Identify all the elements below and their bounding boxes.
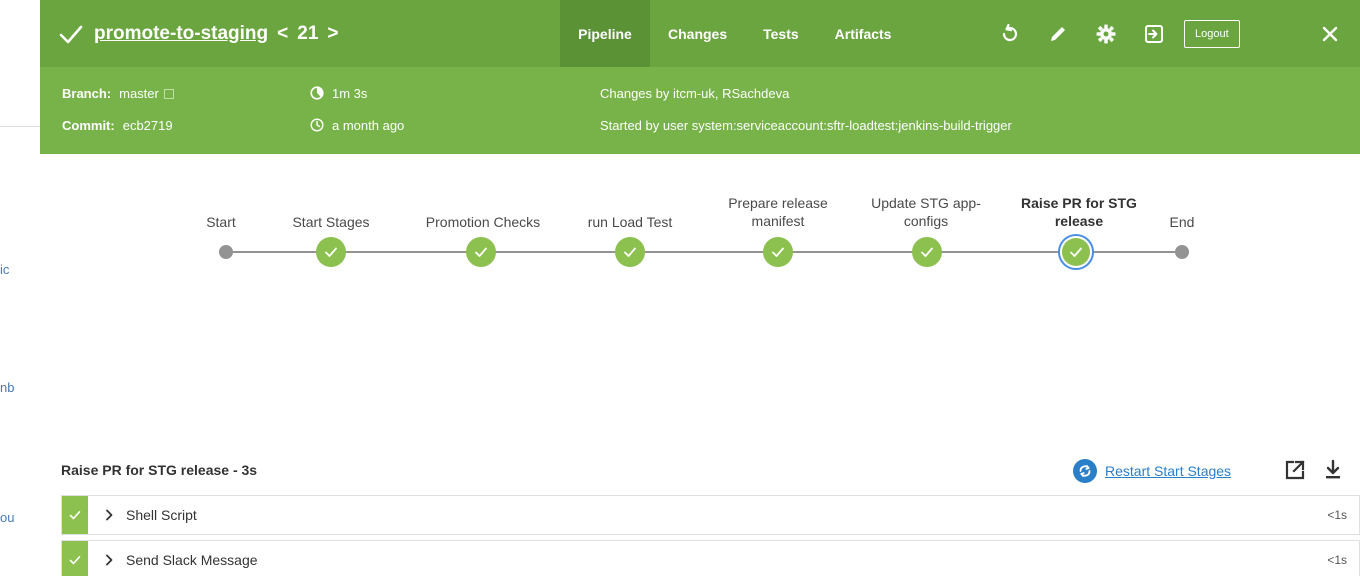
chevron-right-icon[interactable]: [104, 554, 116, 566]
clock-icon: [310, 118, 324, 132]
stage-label-promotion-checks[interactable]: Promotion Checks: [403, 213, 563, 231]
background-link-fragment[interactable]: ou: [0, 510, 14, 525]
stage-label-start: Start: [206, 214, 236, 230]
duration-value: 1m 3s: [332, 86, 368, 101]
step-status-success: [62, 496, 88, 534]
previous-run-button[interactable]: <: [274, 23, 291, 45]
commit-value: ecb2719: [122, 118, 173, 133]
duration-icon: [310, 86, 324, 100]
logout-button[interactable]: Logout: [1184, 20, 1240, 48]
stage-node-run-load-test[interactable]: [615, 237, 645, 267]
chevron-right-icon[interactable]: [104, 509, 116, 521]
stage-node-start: [219, 245, 233, 259]
commit-label: Commit:: [62, 118, 115, 133]
close-button[interactable]: [1316, 20, 1344, 48]
gear-icon: [1096, 24, 1116, 44]
stage-label-prepare-release-manifest[interactable]: Prepare release manifest: [708, 194, 848, 230]
next-run-button[interactable]: >: [324, 23, 341, 45]
branch-label: Branch:: [62, 86, 112, 101]
stage-node-prepare-release-manifest[interactable]: [763, 237, 793, 267]
exit-to-classic-icon: [1145, 25, 1163, 43]
step-name: Send Slack Message: [126, 552, 258, 568]
branch-value[interactable]: master: [119, 86, 159, 101]
background-link-fragment[interactable]: nb: [0, 380, 14, 395]
tab-artifacts[interactable]: Artifacts: [817, 0, 910, 67]
run-name-link[interactable]: promote-to-staging: [94, 23, 268, 45]
success-check-icon: [921, 247, 933, 257]
run-header-topbar: promote-to-staging < 21 > Pipeline Chang…: [40, 0, 1360, 67]
started-ago-value: a month ago: [332, 118, 405, 133]
step-row-send-slack-message[interactable]: Send Slack Message <1s: [61, 540, 1360, 576]
pencil-icon: [1051, 27, 1065, 41]
external-link-icon[interactable]: [163, 89, 174, 99]
step-duration: <1s: [1327, 553, 1347, 567]
run-number: 21: [297, 23, 319, 44]
step-row-shell-script[interactable]: Shell Script <1s: [61, 495, 1360, 535]
stage-label-run-load-test[interactable]: run Load Test: [570, 213, 690, 231]
pipeline-track: [226, 251, 1182, 253]
rerun-icon: [1002, 23, 1018, 42]
background-link-fragment[interactable]: ic: [0, 262, 9, 277]
restart-stages-button[interactable]: Restart Start Stages: [1073, 458, 1231, 484]
stage-node-start-stages[interactable]: [316, 237, 346, 267]
selected-stage-title: Raise PR for STG release - 3s: [61, 462, 258, 478]
tab-changes[interactable]: Changes: [650, 0, 745, 67]
stage-node-raise-pr-for-stg-release[interactable]: [1058, 234, 1094, 270]
background-divider: [0, 126, 40, 127]
success-check-icon: [69, 556, 81, 565]
step-duration: <1s: [1327, 508, 1347, 522]
step-status-success: [62, 541, 88, 576]
started-time-info: a month ago: [310, 118, 404, 133]
stage-node-update-stg-app-configs[interactable]: [912, 237, 942, 267]
success-check-icon: [69, 511, 81, 520]
branch-info: Branch: master: [62, 86, 174, 101]
changes-by-info: Changes by itcm-uk, RSachdeva: [600, 86, 790, 101]
duration-info: 1m 3s: [310, 86, 367, 101]
stage-label-update-stg-app-configs[interactable]: Update STG app-configs: [853, 194, 999, 230]
run-tabs: Pipeline Changes Tests Artifacts: [560, 0, 909, 67]
stage-node-end: [1175, 245, 1189, 259]
success-check-icon: [1070, 247, 1082, 257]
commit-info: Commit: ecb2719: [62, 118, 173, 133]
download-icon[interactable]: [1322, 459, 1344, 481]
success-check-icon: [772, 247, 784, 257]
started-by-info: Started by user system:serviceaccount:sf…: [600, 118, 1012, 133]
run-title: promote-to-staging < 21 >: [58, 19, 342, 49]
success-check-icon: [624, 247, 636, 257]
stage-label-raise-pr-for-stg-release[interactable]: Raise PR for STG release: [1003, 194, 1155, 230]
stage-label-end: End: [1169, 214, 1195, 230]
stage-node-promotion-checks[interactable]: [466, 237, 496, 267]
tab-pipeline[interactable]: Pipeline: [560, 0, 650, 67]
success-check-icon: [59, 25, 83, 44]
selected-stage-inner: [1062, 238, 1090, 266]
run-header: promote-to-staging < 21 > Pipeline Chang…: [40, 0, 1360, 154]
restart-icon: [1073, 459, 1097, 483]
close-icon: [1322, 26, 1338, 42]
success-check-icon: [325, 247, 337, 257]
tab-tests[interactable]: Tests: [745, 0, 817, 67]
rerun-button[interactable]: [992, 17, 1028, 51]
go-to-classic-button[interactable]: [1136, 17, 1172, 51]
stage-label-start-stages[interactable]: Start Stages: [276, 213, 386, 231]
run-toolbar: Logout: [992, 17, 1240, 51]
edit-button[interactable]: [1040, 17, 1076, 51]
success-check-icon: [475, 247, 487, 257]
open-in-new-window-icon[interactable]: [1284, 459, 1306, 481]
step-name: Shell Script: [126, 507, 197, 523]
restart-stages-label[interactable]: Restart Start Stages: [1105, 463, 1231, 479]
configure-button[interactable]: [1088, 17, 1124, 51]
